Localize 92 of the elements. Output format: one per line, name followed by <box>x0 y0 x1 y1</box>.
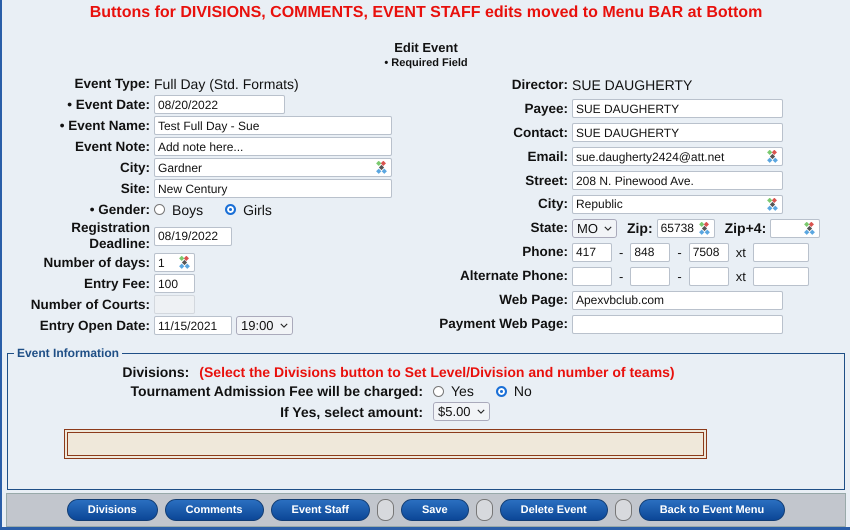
extension-field[interactable] <box>752 266 809 286</box>
input-field[interactable]: 1 <box>154 253 195 272</box>
dash: - <box>618 244 624 260</box>
field-label: Registration Deadline: <box>70 220 150 252</box>
separator-pill <box>376 499 394 521</box>
field-label: Number of Courts: <box>30 296 150 312</box>
input-field[interactable]: SUE DAUGHERTY <box>572 99 783 118</box>
field-label: City: <box>120 160 150 176</box>
field-label: Email: <box>527 148 568 165</box>
input-field[interactable] <box>572 314 783 334</box>
amount-label: If Yes, select amount: <box>280 404 423 420</box>
separator-pill <box>614 499 632 521</box>
input-field[interactable]: Gardner <box>154 158 392 177</box>
radio-option[interactable]: Yes <box>433 383 474 399</box>
required-note: • Required Field <box>384 57 468 69</box>
color-dots-icon[interactable] <box>766 198 779 211</box>
zip4-field[interactable] <box>770 218 820 238</box>
phone-field[interactable] <box>572 266 612 286</box>
amount-select[interactable]: $5.00 <box>433 402 490 421</box>
caret-icon[interactable] <box>476 409 485 414</box>
time-select[interactable]: 19:00 <box>236 316 293 335</box>
input-field[interactable]: 100 <box>154 274 195 293</box>
zip-field[interactable]: 65738 <box>656 218 715 238</box>
field-value: SUE DAUGHERTY <box>572 76 692 93</box>
color-dots-icon[interactable] <box>698 222 711 235</box>
caret-icon[interactable] <box>604 226 612 231</box>
field-label: Event Note: <box>74 138 150 154</box>
menu-button[interactable]: Divisions <box>66 499 158 521</box>
input-field[interactable]: 08/19/2022 <box>154 226 232 246</box>
field-value: Full Day (Std. Formats) <box>154 76 299 92</box>
menu-button[interactable]: Comments <box>164 499 264 521</box>
field-label: City: <box>538 196 568 212</box>
dash: - <box>618 268 624 284</box>
field-label: Entry Open Date: <box>40 318 150 334</box>
input-field[interactable]: Republic <box>572 194 783 214</box>
radio-option[interactable]: Girls <box>225 202 272 218</box>
field-label: Number of days: <box>43 254 150 270</box>
state-select[interactable]: MO <box>572 218 617 238</box>
input-field[interactable]: New Century <box>154 179 392 198</box>
field-label: Event Type: <box>74 76 150 92</box>
field-label: • Event Date: <box>67 96 150 112</box>
field-label: Director: <box>512 76 568 93</box>
field-label: Entry Fee: <box>84 276 150 292</box>
color-dots-icon[interactable] <box>766 150 779 164</box>
radio-option[interactable]: Boys <box>154 202 204 218</box>
field-label: Site: <box>120 180 150 196</box>
input-field[interactable]: SUE DAUGHERTY <box>572 123 783 142</box>
field-label: Payment Web Page: <box>439 316 568 332</box>
phone-field[interactable] <box>688 266 729 286</box>
extension-field[interactable] <box>752 242 809 262</box>
field-label: • Event Name: <box>60 118 150 134</box>
field-label: Web Page: <box>499 292 568 308</box>
phone-field[interactable]: 7508 <box>688 242 729 262</box>
radio-option[interactable]: No <box>496 383 532 399</box>
admission-label: Tournament Admission Fee will be charged: <box>130 383 423 399</box>
field-label: State: <box>530 220 568 236</box>
field-label: • Gender: <box>90 202 150 218</box>
menu-button[interactable]: Event Staff <box>270 499 370 521</box>
color-dots-icon[interactable] <box>375 161 388 174</box>
input-field[interactable]: Apexvbclub.com <box>572 290 783 310</box>
menu-button[interactable]: Delete Event <box>500 499 608 521</box>
color-dots-icon[interactable] <box>178 256 191 269</box>
input-field[interactable]: 08/20/2022 <box>154 95 285 114</box>
caret-icon[interactable] <box>280 323 288 328</box>
zip-label: Zip: <box>626 220 653 236</box>
page-title: Edit Event <box>394 40 458 55</box>
extension-label: xt <box>734 268 747 284</box>
phone-field[interactable] <box>630 266 670 286</box>
field-label: Alternate Phone: <box>460 268 568 284</box>
input-field[interactable]: Test Full Day - Sue <box>154 116 392 135</box>
phone-field[interactable]: 417 <box>572 242 612 262</box>
input-field[interactable]: sue.daugherty2424@att.net <box>572 147 783 166</box>
phone-field[interactable]: 848 <box>630 242 670 262</box>
field-label: Street: <box>525 172 568 189</box>
dash: - <box>676 244 683 260</box>
input-field[interactable]: 208 N. Pinewood Ave. <box>572 171 783 190</box>
panel-legend: Event Information <box>14 346 122 360</box>
dash: - <box>676 268 683 284</box>
field-label: Payee: <box>524 100 568 117</box>
zip4-label: Zip+4: <box>724 220 766 236</box>
field-label: Contact: <box>513 124 568 141</box>
menu-button[interactable]: Save <box>400 499 469 521</box>
extension-label: xt <box>734 244 747 260</box>
menu-button[interactable]: Back to Event Menu <box>638 499 786 521</box>
field-label: Phone: <box>522 244 568 260</box>
divisions-note: (Select the Divisions button to Set Level/Division and number of teams) <box>199 364 675 380</box>
date-field[interactable]: 11/15/2021 <box>154 316 232 335</box>
separator-pill <box>476 499 493 521</box>
input-field[interactable]: Add note here... <box>154 137 392 156</box>
divisions-label: Divisions: <box>122 364 190 380</box>
color-dots-icon[interactable] <box>803 222 816 235</box>
notice-text: Buttons for DIVISIONS, COMMENTS, EVENT STAFF edits moved to Menu BAR at Bottom <box>90 4 762 22</box>
